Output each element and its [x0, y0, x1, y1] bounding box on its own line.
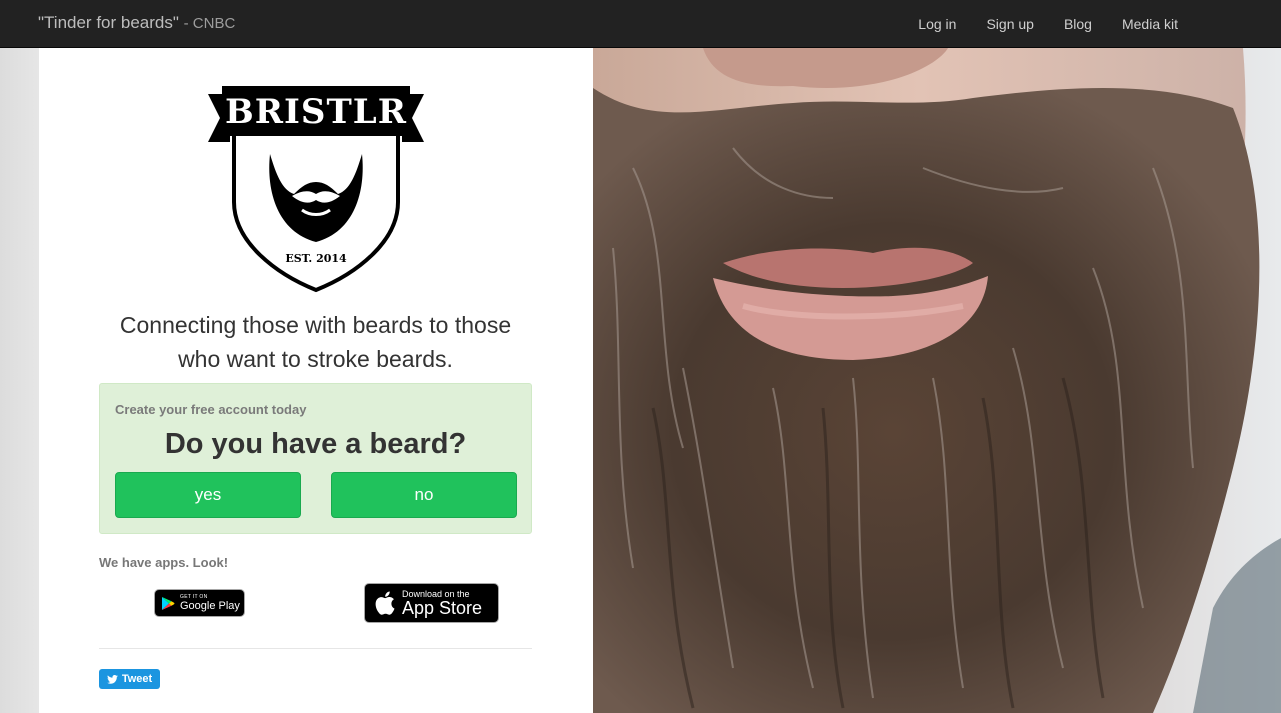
brand-quote[interactable]: "Tinder for beards" - CNBC [38, 13, 235, 33]
section-divider [99, 648, 532, 649]
nav-links: Log in Sign up Blog Media kit [903, 0, 1193, 48]
bristlr-logo[interactable]: BRISTLR EST. 2014 [206, 82, 426, 294]
nav-media-kit-link[interactable]: Media kit [1107, 16, 1193, 32]
tweet-button[interactable]: Tweet [99, 669, 160, 689]
logo-wordmark: BRISTLR [225, 92, 407, 132]
beard-photo-illustration [593, 48, 1281, 713]
top-navbar: "Tinder for beards" - CNBC Log in Sign u… [0, 0, 1281, 48]
beard-question: Do you have a beard? [164, 428, 467, 460]
app-store-small-text: Download on the [402, 588, 470, 599]
nav-signup-link[interactable]: Sign up [971, 16, 1048, 32]
apple-icon [375, 591, 395, 615]
apps-label: We have apps. Look! [99, 555, 229, 570]
google-play-icon [162, 596, 175, 610]
app-store-big-text: App Store [402, 597, 483, 618]
google-play-badge[interactable]: GET IT ON Google Play [154, 589, 245, 617]
beard-photo [593, 48, 1281, 713]
yes-button[interactable]: yes [115, 472, 301, 518]
twitter-bird-icon [106, 674, 118, 684]
signup-box: Create your free account today Do you ha… [99, 383, 532, 534]
google-play-big-text: Google Play [180, 600, 240, 612]
app-store-badge[interactable]: Download on the App Store [364, 583, 499, 623]
logo-established: EST. 2014 [285, 252, 347, 265]
nav-blog-link[interactable]: Blog [1049, 16, 1107, 32]
brand-quote-source: - CNBC [183, 15, 236, 32]
signup-subtitle: Create your free account today [115, 402, 307, 417]
tweet-label: Tweet [121, 673, 153, 685]
no-button[interactable]: no [331, 472, 517, 518]
brand-quote-text: "Tinder for beards" [38, 13, 179, 32]
tagline: Connecting those with beards to those wh… [119, 312, 512, 372]
left-background [0, 48, 39, 713]
nav-login-link[interactable]: Log in [903, 16, 971, 32]
